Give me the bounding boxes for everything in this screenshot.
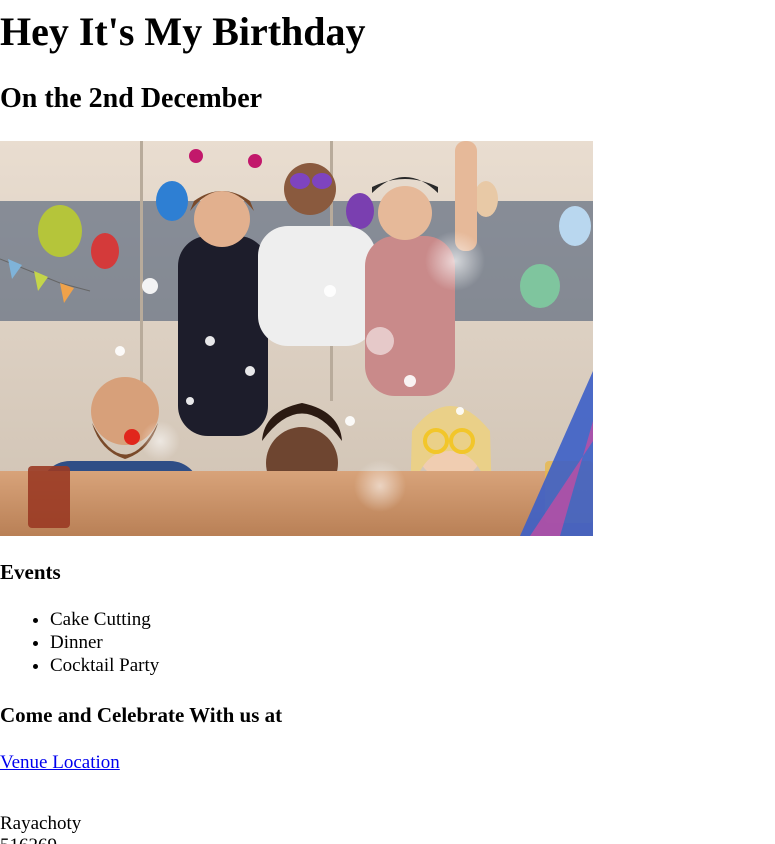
address-city: Rayachoty: [0, 813, 82, 834]
events-heading: Events: [0, 560, 61, 584]
venue-heading: Come and Celebrate With us at: [0, 703, 283, 727]
page: Hey It's My Birthday On the 2nd December: [0, 0, 775, 844]
list-item: Cake Cutting: [50, 608, 159, 631]
address: Rayachoty 516269: [0, 813, 81, 844]
list-item: Cocktail Party: [50, 654, 159, 677]
events-list: Cake Cutting Dinner Cocktail Party: [0, 608, 159, 677]
page-title: Hey It's My Birthday: [0, 9, 366, 54]
address-postcode: 516269: [0, 835, 81, 844]
list-item: Dinner: [50, 631, 159, 654]
page-subtitle: On the 2nd December: [0, 83, 263, 114]
venue-location-link[interactable]: Venue Location: [0, 751, 120, 775]
party-photo: [0, 141, 593, 536]
